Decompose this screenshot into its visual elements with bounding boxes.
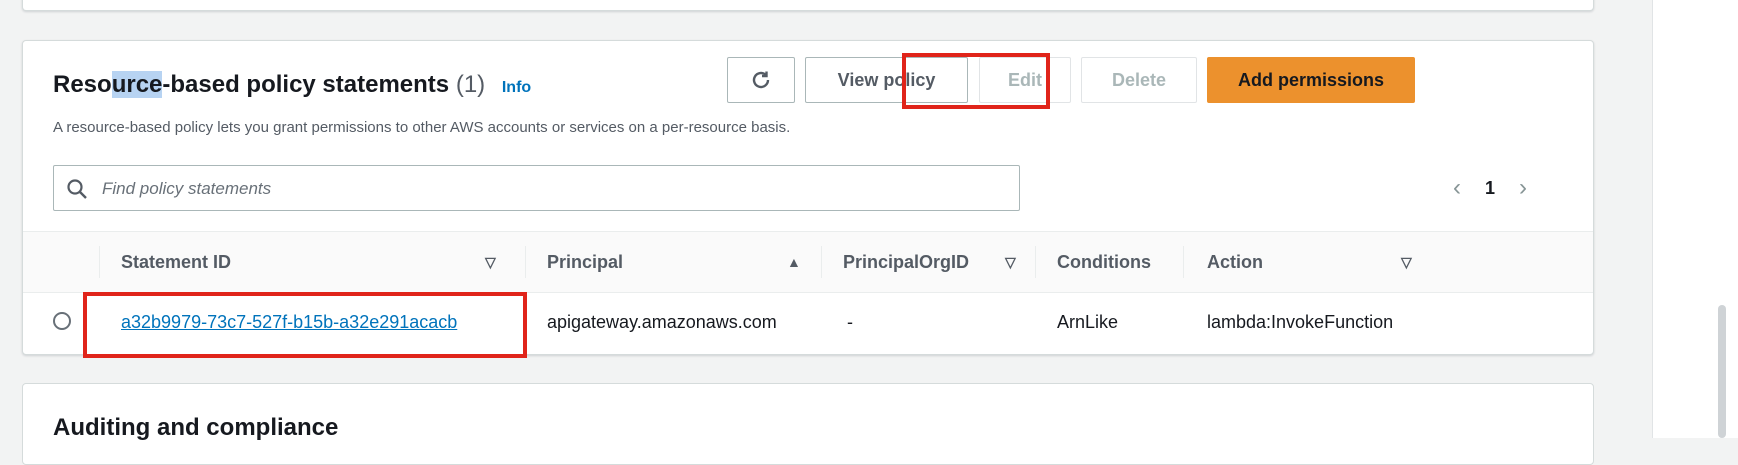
conditions-cell: ArnLike — [1057, 311, 1119, 332]
section-title: Resource-based policy statements (1) Inf… — [53, 71, 532, 98]
prev-page-icon[interactable]: ‹ — [1453, 174, 1461, 202]
column-principal[interactable]: Principal ▲ — [547, 232, 837, 292]
table-row: a32b9979-73c7-527f-b15b-a32e291acacb api… — [23, 292, 1593, 352]
search-box — [53, 165, 1020, 211]
column-principal-org-id[interactable]: PrincipalOrgID ▽ — [843, 232, 1053, 292]
column-action[interactable]: Action ▽ — [1207, 232, 1587, 292]
column-divider — [1183, 246, 1184, 278]
current-page[interactable]: 1 — [1485, 178, 1495, 199]
sort-icon[interactable]: ▽ — [1005, 254, 1016, 271]
search-icon — [67, 179, 87, 199]
statement-id-cell: a32b9979-73c7-527f-b15b-a32e291acacb — [121, 292, 457, 352]
search-input[interactable] — [100, 174, 984, 204]
row-select-radio[interactable] — [53, 312, 71, 330]
column-divider — [525, 246, 526, 278]
table-header: Statement ID ▽ Principal ▲ PrincipalOrgI… — [23, 231, 1593, 293]
auditing-card: Auditing and compliance — [22, 383, 1594, 465]
delete-button[interactable]: Delete — [1081, 57, 1197, 103]
edit-button[interactable]: Edit — [979, 57, 1071, 103]
section-description: A resource-based policy lets you grant p… — [53, 119, 791, 136]
pagination: ‹ 1 › — [1453, 166, 1593, 210]
statement-count: (1) — [455, 71, 486, 98]
column-divider — [99, 246, 100, 278]
previous-section-card — [22, 0, 1594, 11]
next-page-icon[interactable]: › — [1519, 174, 1527, 202]
column-statement-id[interactable]: Statement ID ▽ — [121, 232, 531, 292]
view-policy-button[interactable]: View policy — [805, 57, 968, 103]
refresh-button[interactable] — [727, 57, 795, 103]
resource-policy-card: Resource-based policy statements (1) Inf… — [22, 40, 1594, 355]
scrollbar[interactable] — [1718, 305, 1726, 438]
refresh-icon — [752, 71, 770, 89]
principal-cell: apigateway.amazonaws.com — [547, 311, 777, 332]
info-link[interactable]: Info — [502, 79, 531, 96]
column-conditions[interactable]: Conditions — [1057, 232, 1197, 292]
statement-id-link[interactable]: a32b9979-73c7-527f-b15b-a32e291acacb — [121, 312, 457, 333]
sort-icon[interactable]: ▲ — [787, 254, 801, 270]
action-cell: lambda:InvokeFunction — [1207, 311, 1394, 332]
sort-icon[interactable]: ▽ — [1401, 254, 1412, 271]
sort-icon[interactable]: ▽ — [485, 254, 496, 271]
principal-org-id-cell: - — [847, 311, 853, 332]
column-divider — [1035, 246, 1036, 278]
column-divider — [821, 246, 822, 278]
add-permissions-button[interactable]: Add permissions — [1207, 57, 1415, 103]
